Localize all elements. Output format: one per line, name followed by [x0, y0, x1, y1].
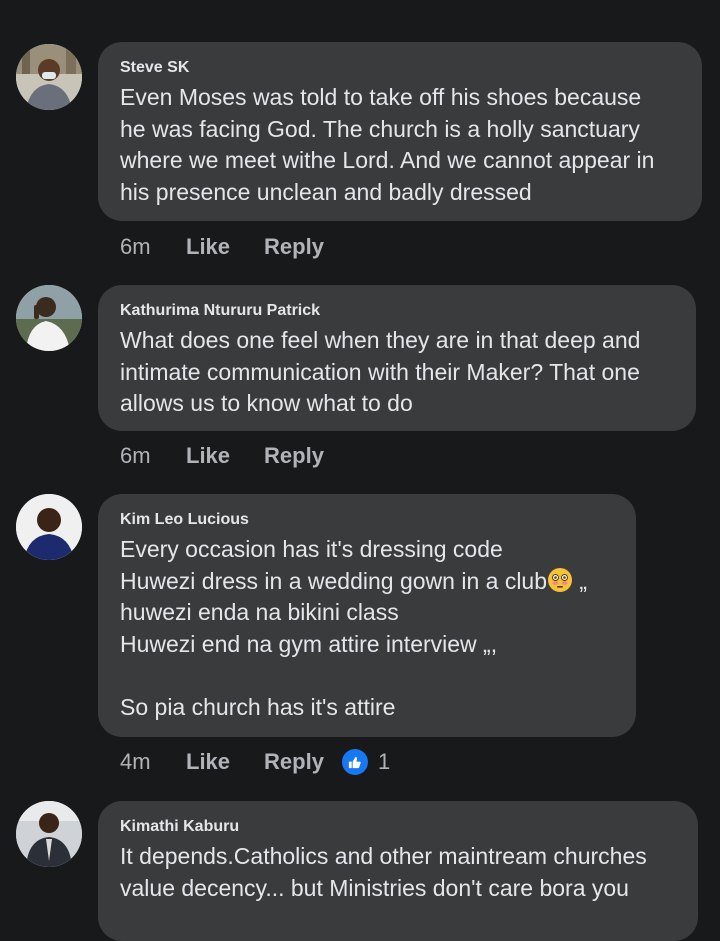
comment-bubble: Kimathi Kaburu It depends.Catholics and … — [98, 801, 698, 941]
reaction-summary[interactable]: 1 — [341, 749, 391, 775]
comment-actions: 6m Like Reply — [120, 441, 342, 471]
comment-author[interactable]: Kimathi Kaburu — [120, 817, 676, 837]
flushed-face-icon — [547, 567, 573, 593]
comment-actions: 6m Like Reply — [120, 232, 342, 262]
like-button[interactable]: Like — [186, 234, 230, 260]
reply-button[interactable]: Reply — [264, 234, 324, 260]
reaction-count: 1 — [377, 749, 391, 774]
comment-text: Even Moses was told to take off his shoe… — [120, 84, 655, 205]
comment-bubble: Kim Leo Lucious Every occasion has it's … — [98, 494, 636, 737]
avatar[interactable] — [16, 494, 82, 560]
thumbs-up-icon — [341, 749, 368, 775]
comment-text-rest: huwezi enda na bikini class Huwezi end n… — [120, 599, 498, 720]
comment-text: It depends.Catholics and other maintream… — [120, 843, 647, 901]
comment-bubble: Steve SK Even Moses was told to take off… — [98, 42, 702, 221]
comment-text-line: Huwezi dress in a wedding gown in a club — [120, 567, 548, 594]
reply-button[interactable]: Reply — [264, 443, 324, 469]
comment-actions: 4m Like Reply 1 — [120, 747, 390, 777]
comment-text-line: Every occasion has it's dressing code — [120, 536, 503, 562]
avatar[interactable] — [16, 44, 82, 110]
like-button[interactable]: Like — [186, 749, 230, 775]
comment-text: Every occasion has it's dressing code Hu… — [120, 534, 614, 723]
comment-bubble: Kathurima Ntururu Patrick What does one … — [98, 285, 696, 431]
avatar[interactable] — [16, 801, 82, 867]
comment-timestamp[interactable]: 6m — [120, 234, 186, 260]
comment-text-line: „ — [573, 567, 588, 594]
comment-timestamp[interactable]: 4m — [120, 749, 186, 775]
comment-text: What does one feel when they are in that… — [120, 327, 641, 416]
like-button[interactable]: Like — [186, 443, 230, 469]
avatar[interactable] — [16, 285, 82, 351]
comment-author[interactable]: Steve SK — [120, 58, 680, 78]
reply-button[interactable]: Reply — [264, 749, 324, 775]
comment-author[interactable]: Kathurima Ntururu Patrick — [120, 301, 674, 321]
comment-author[interactable]: Kim Leo Lucious — [120, 510, 614, 530]
comment-timestamp[interactable]: 6m — [120, 443, 186, 469]
